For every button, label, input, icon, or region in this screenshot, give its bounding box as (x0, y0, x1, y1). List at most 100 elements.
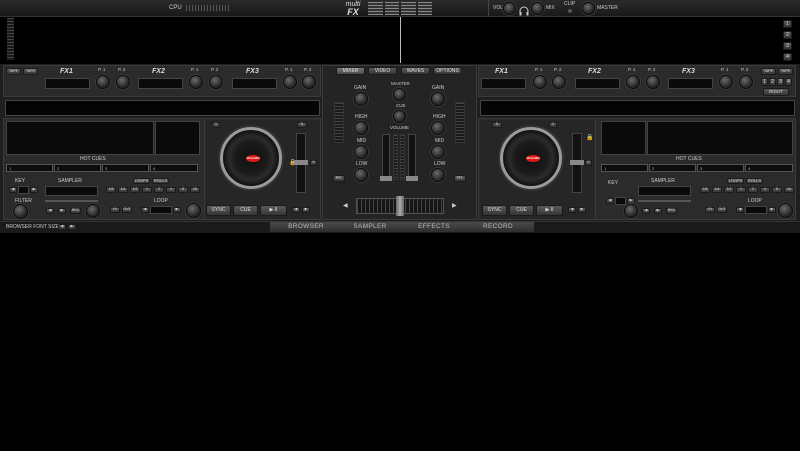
right-sampler-slider[interactable] (638, 200, 691, 202)
left-low-knob[interactable] (354, 168, 368, 182)
left-fx2-p2-knob[interactable] (209, 75, 223, 89)
right-rolls-button[interactable]: ROLLS (746, 178, 763, 184)
tab-waves[interactable]: WAVES (401, 67, 430, 75)
right-loop-size-7[interactable]: 8 (772, 187, 782, 193)
left-tape-button-1[interactable]: TAPE (6, 68, 21, 75)
right-loop-size-6[interactable]: 4 (760, 187, 770, 193)
right-gain-knob[interactable] (431, 92, 445, 106)
left-sampler-next-button[interactable]: ▶ (58, 208, 66, 214)
left-fx1-p2-knob[interactable] (116, 75, 130, 89)
right-fx3-p1-knob[interactable] (719, 75, 733, 89)
right-loop-knob[interactable] (778, 203, 793, 218)
right-hot-cue-1[interactable]: 1 (601, 164, 648, 172)
right-sampler-display[interactable] (638, 186, 691, 196)
left-loop-size-4[interactable]: 1 (142, 187, 152, 193)
mixer-cue-knob[interactable] (393, 110, 406, 123)
left-volume-fader[interactable] (382, 134, 390, 180)
left-gain-knob[interactable] (354, 92, 368, 106)
right-fx3-display[interactable] (668, 78, 713, 89)
tab-sampler[interactable]: SAMPLER (334, 222, 406, 232)
waveform-deck-1[interactable]: 1 (783, 20, 792, 28)
left-fx1-display[interactable] (45, 78, 90, 89)
left-fx3-p1-knob[interactable] (283, 75, 297, 89)
right-loop-size-1[interactable]: 1/8 (700, 187, 710, 193)
left-loop-size-1[interactable]: 1/8 (106, 187, 116, 193)
right-fx1-p2-knob[interactable] (552, 75, 566, 89)
right-pitch-bend-up[interactable]: ▶ (578, 207, 586, 213)
right-tape-button-2[interactable]: TAPE (778, 68, 793, 75)
left-loop-size-8[interactable]: 16 (190, 187, 200, 193)
left-loop-size-5[interactable]: 2 (154, 187, 164, 193)
left-pitch-handle[interactable] (294, 160, 308, 165)
left-jog-wheel[interactable]: VirtualDJ (220, 127, 282, 189)
left-tape-button-2[interactable]: TAPE (23, 68, 38, 75)
right-hot-cue-2[interactable]: 2 (649, 164, 696, 172)
tab-effects[interactable]: EFFECTS (398, 222, 470, 232)
left-loop-size-6[interactable]: 4 (166, 187, 176, 193)
right-pitch-zero[interactable]: 0 (585, 160, 592, 166)
right-loop-out-button[interactable]: OUT (717, 207, 727, 213)
left-hot-cue-3[interactable]: 3 (102, 164, 149, 172)
left-sampler-volume-knob[interactable] (86, 204, 100, 218)
right-fx3-p2-knob[interactable] (739, 75, 753, 89)
tab-mixer[interactable]: MIXER (336, 67, 365, 75)
left-pitch-range-icon[interactable]: ⇅ (297, 122, 307, 128)
left-rolls-button[interactable]: ROLLS (152, 178, 169, 184)
left-volume-handle[interactable] (380, 176, 392, 181)
right-sync-button[interactable]: SYNC (482, 205, 507, 216)
right-loop-half-button[interactable]: ◀ (736, 207, 744, 213)
left-loop-knob[interactable] (186, 203, 201, 218)
right-sampler-volume-knob[interactable] (624, 204, 638, 218)
right-deck-label[interactable]: RIGHT (763, 88, 789, 96)
tab-record[interactable]: RECORD (462, 222, 534, 232)
right-cue-button[interactable]: CUE (509, 205, 534, 216)
left-loop-half-button[interactable]: ◀ (141, 207, 149, 213)
crossfader-right-arrow[interactable]: ▶ (452, 203, 457, 209)
left-key-down-button[interactable]: ◀ (9, 187, 17, 193)
right-tape-button-1[interactable]: TAPE (761, 68, 776, 75)
right-volume-handle[interactable] (406, 176, 418, 181)
crossfader-handle[interactable] (396, 196, 404, 216)
left-filter-knob[interactable] (13, 204, 28, 219)
right-pfl-button[interactable]: PFL (454, 175, 466, 182)
left-pitch-bend-up[interactable]: ▶ (302, 207, 310, 213)
right-fx1-display[interactable] (481, 78, 526, 89)
tab-browser[interactable]: BROWSER (270, 222, 342, 232)
right-low-knob[interactable] (431, 168, 445, 182)
right-hot-cue-4[interactable]: 4 (745, 164, 793, 172)
left-pfl-button[interactable]: PFL (333, 175, 345, 182)
crossfader-left-arrow[interactable]: ◀ (343, 203, 348, 209)
right-hot-cue-3[interactable]: 3 (697, 164, 744, 172)
right-loop-size-2[interactable]: 1/4 (712, 187, 722, 193)
right-fx1-p1-knob[interactable] (533, 75, 547, 89)
right-loop-double-button[interactable]: ▶ (768, 207, 776, 213)
left-loop-size-2[interactable]: 1/4 (118, 187, 128, 193)
deck-select-3[interactable]: 3 (777, 78, 784, 86)
right-volume-fader[interactable] (408, 134, 416, 180)
browser-area[interactable] (0, 233, 800, 451)
left-fx1-p1-knob[interactable] (96, 75, 110, 89)
layout-4-icon[interactable] (417, 2, 432, 15)
master-volume-knob[interactable] (582, 2, 595, 15)
right-sampler-next-button[interactable]: ▶ (654, 208, 662, 214)
left-loop-size-7[interactable]: 8 (178, 187, 188, 193)
left-key-up-button[interactable]: ▶ (30, 187, 38, 193)
waveform-deck-4[interactable]: 4 (783, 53, 792, 61)
mixer-master-knob[interactable] (393, 88, 406, 101)
right-loop-size-8[interactable]: 16 (784, 187, 794, 193)
right-pitch-handle[interactable] (570, 160, 584, 165)
right-fx2-p1-knob[interactable] (626, 75, 640, 89)
right-play-button[interactable]: ▶ II (536, 205, 563, 216)
layout-selector-icons[interactable] (368, 2, 432, 15)
left-play-button[interactable]: ▶ II (260, 205, 287, 216)
left-sync-button[interactable]: SYNC (206, 205, 231, 216)
left-fx3-p2-knob[interactable] (302, 75, 316, 89)
left-cue-button[interactable]: CUE (233, 205, 258, 216)
right-loop-in-button[interactable]: IN (705, 207, 715, 213)
headphone-volume-knob[interactable] (503, 2, 516, 15)
right-lock-icon[interactable]: 🔒 (586, 134, 593, 141)
left-hot-cue-1[interactable]: 1 (6, 164, 53, 172)
layout-3-icon[interactable] (401, 2, 416, 15)
right-jog-wheel[interactable]: VirtualDJ (500, 127, 562, 189)
left-hot-cue-2[interactable]: 2 (54, 164, 101, 172)
